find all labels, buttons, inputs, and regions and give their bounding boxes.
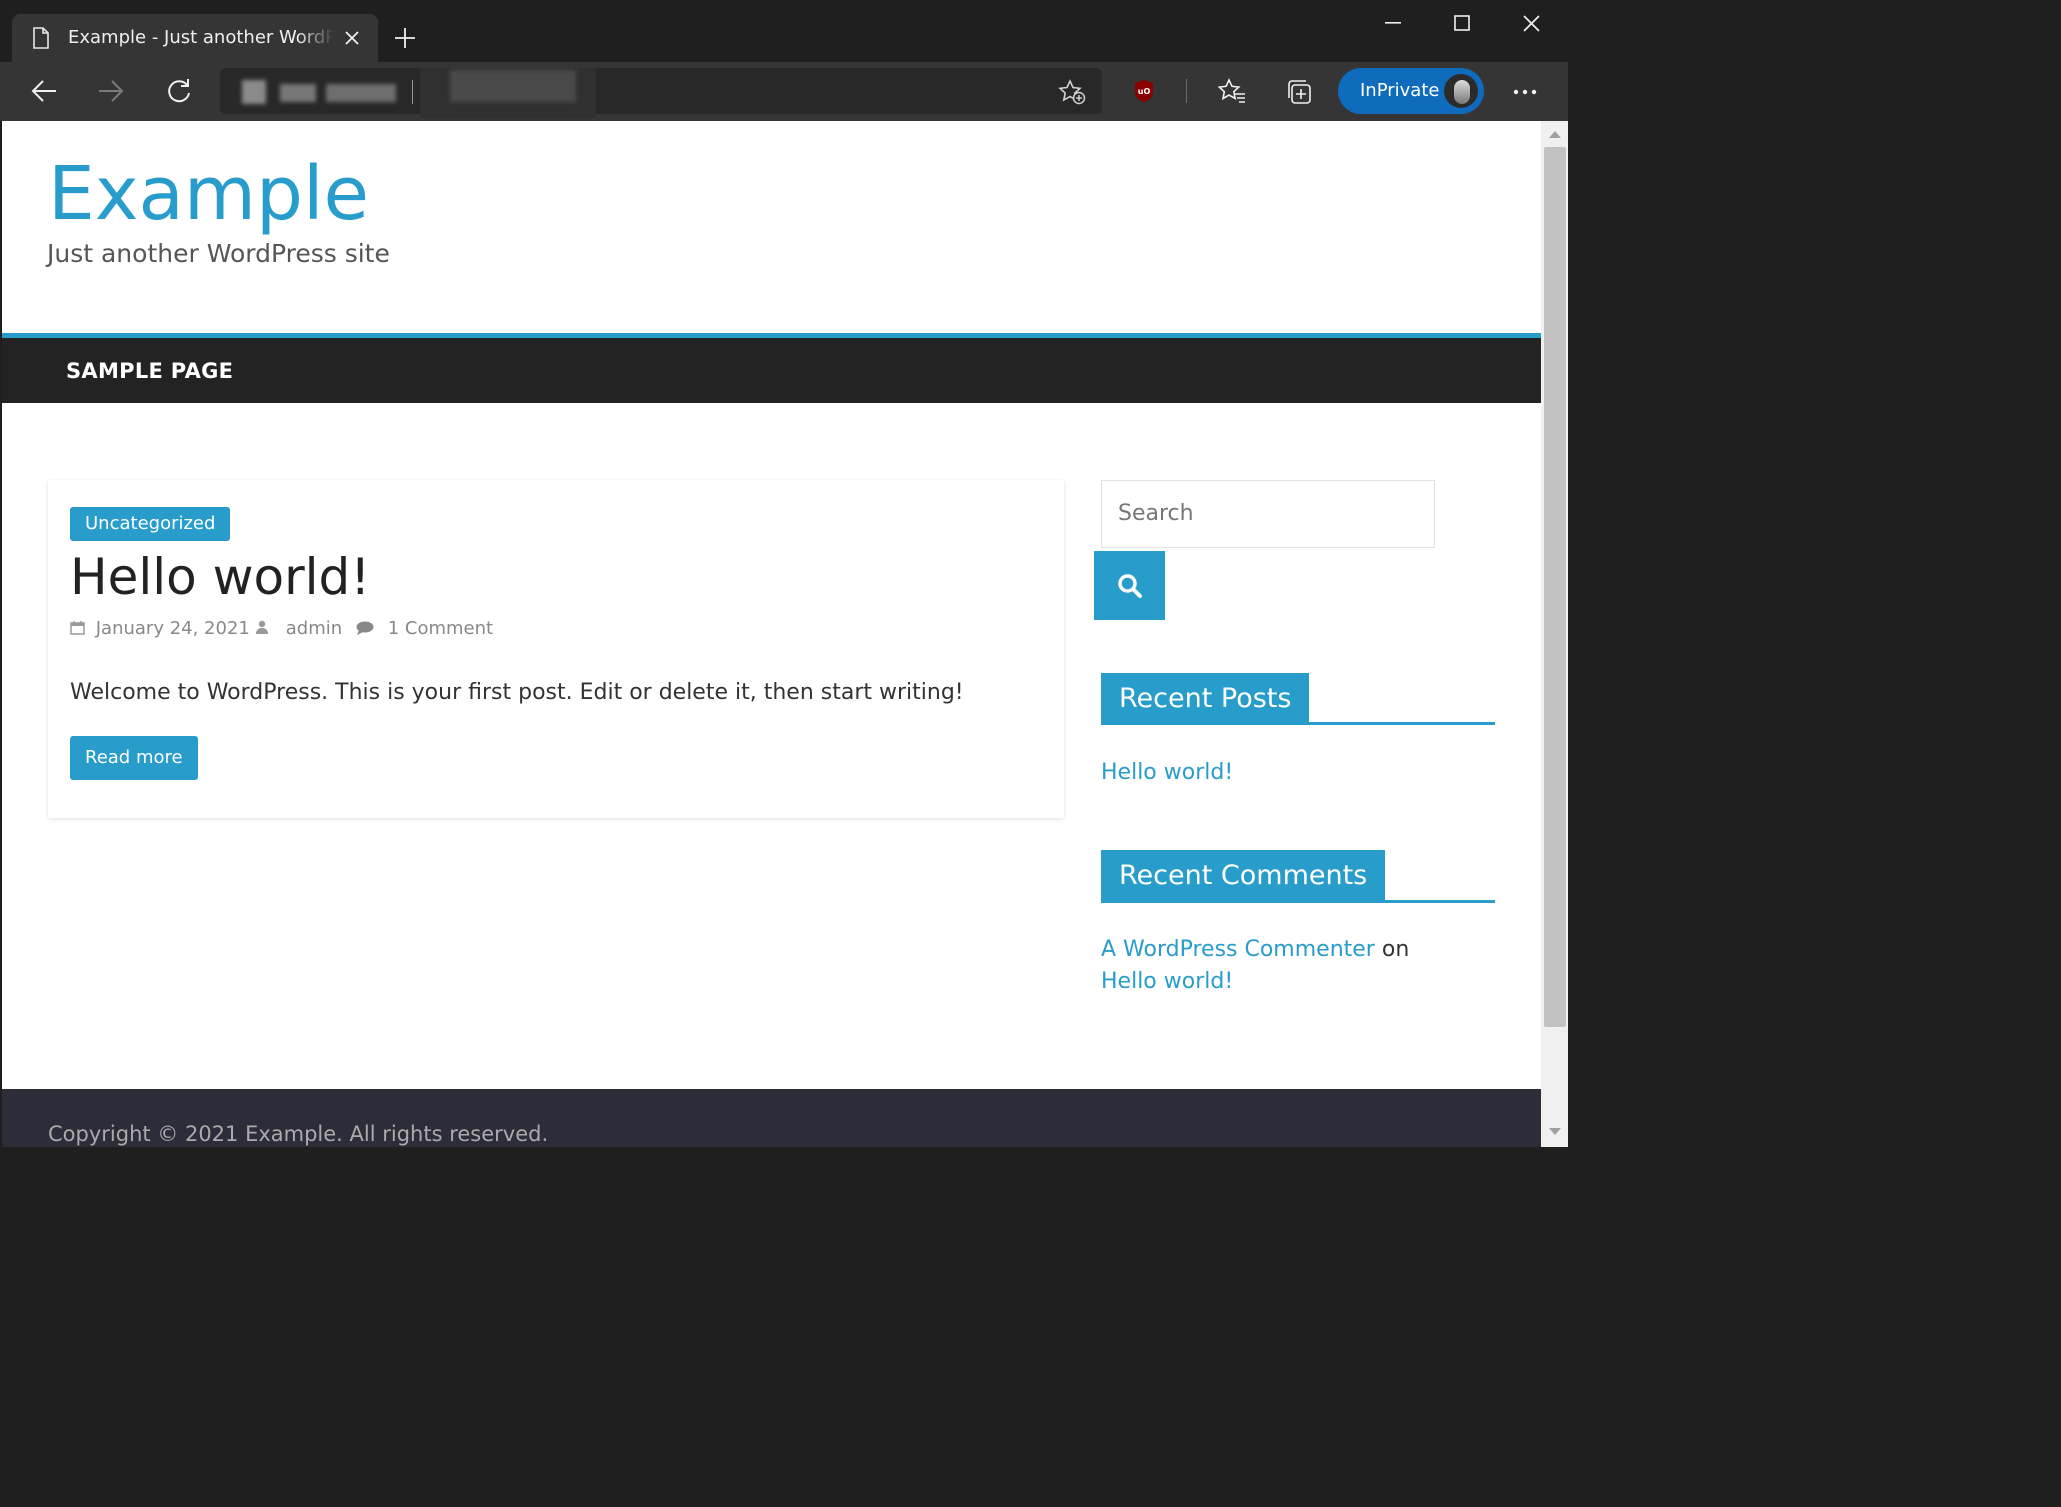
comment-author-link[interactable]: A WordPress Commenter: [1101, 937, 1375, 962]
nav-item-sample-page[interactable]: SAMPLE PAGE: [66, 356, 233, 386]
post-date-meta[interactable]: January 24, 2021: [70, 614, 250, 644]
footer-copyright: Copyright © 2021 Example. All rights res…: [48, 1122, 549, 1146]
scroll-up-icon[interactable]: [1549, 130, 1561, 138]
recent-posts-title: Recent Posts: [1101, 673, 1310, 725]
post-author: admin: [285, 618, 343, 639]
post-author-meta[interactable]: admin: [256, 614, 342, 644]
inprivate-label: InPrivate: [1360, 80, 1440, 101]
toolbar-divider: [1186, 79, 1187, 103]
recent-comment-item: A WordPress Commenter on Hello world!: [1101, 934, 1461, 998]
close-window-icon[interactable]: [1523, 15, 1540, 32]
post-comments-meta[interactable]: 1 Comment: [356, 614, 493, 644]
page-icon: [32, 27, 50, 49]
read-more-button[interactable]: Read more: [70, 736, 198, 780]
add-favorite-icon[interactable]: [1058, 79, 1086, 105]
favorites-icon[interactable]: [1218, 78, 1246, 104]
post-date: January 24, 2021: [95, 618, 250, 639]
back-icon[interactable]: [31, 79, 57, 103]
calendar-icon: [70, 621, 85, 635]
recent-comments-title: Recent Comments: [1101, 850, 1386, 902]
address-divider: [412, 80, 413, 104]
main-nav: SAMPLE PAGE: [2, 338, 1541, 403]
search-button[interactable]: [1094, 551, 1165, 620]
inprivate-button[interactable]: InPrivate: [1338, 68, 1484, 114]
tab-title: Example - Just another WordPress site: [68, 27, 334, 48]
page-viewport: Example Just another WordPress site SAMP…: [2, 121, 1541, 1147]
minimize-icon[interactable]: [1385, 22, 1401, 24]
new-tab-icon[interactable]: [394, 27, 416, 49]
recent-post-link[interactable]: Hello world!: [1101, 757, 1233, 789]
close-tab-icon[interactable]: [344, 30, 360, 46]
recent-posts-underline: [1101, 722, 1495, 725]
category-badge[interactable]: Uncategorized: [70, 507, 231, 541]
svg-text:uO: uO: [1138, 87, 1151, 96]
post-excerpt: Welcome to WordPress. This is your first…: [70, 680, 964, 705]
redacted-url: [326, 84, 396, 102]
post-card: Uncategorized Hello world! January 24, 2…: [48, 480, 1064, 818]
scroll-down-icon[interactable]: [1549, 1128, 1561, 1136]
profile-avatar: [1442, 72, 1480, 110]
redacted-site-icon: [242, 80, 266, 104]
browser-tab[interactable]: Example - Just another WordPress site: [12, 14, 378, 62]
address-bar[interactable]: [220, 68, 1102, 118]
comment-post-link[interactable]: Hello world!: [1101, 969, 1233, 994]
more-menu-icon[interactable]: [1513, 89, 1537, 95]
site-footer: Copyright © 2021 Example. All rights res…: [2, 1089, 1541, 1147]
site-description: Just another WordPress site: [47, 239, 390, 268]
comment-icon: [356, 621, 374, 635]
post-title[interactable]: Hello world!: [70, 546, 370, 608]
scrollbar-thumb[interactable]: [1544, 147, 1566, 1027]
maximize-icon[interactable]: [1454, 15, 1470, 31]
comment-on-text: on: [1381, 937, 1410, 962]
refresh-icon[interactable]: [165, 77, 193, 105]
search-placeholder: Search: [1118, 501, 1194, 526]
search-input[interactable]: Search: [1101, 480, 1435, 548]
post-comments: 1 Comment: [387, 618, 494, 639]
site-title[interactable]: Example: [48, 149, 369, 239]
ublock-extension-icon[interactable]: uO: [1133, 79, 1155, 103]
user-icon: [256, 620, 268, 634]
recent-comments-underline: [1101, 900, 1495, 903]
collections-icon[interactable]: [1285, 78, 1313, 106]
redacted-url: [280, 84, 316, 102]
redacted-url: [450, 70, 576, 102]
search-icon: [1117, 573, 1143, 599]
forward-icon: [98, 79, 124, 103]
